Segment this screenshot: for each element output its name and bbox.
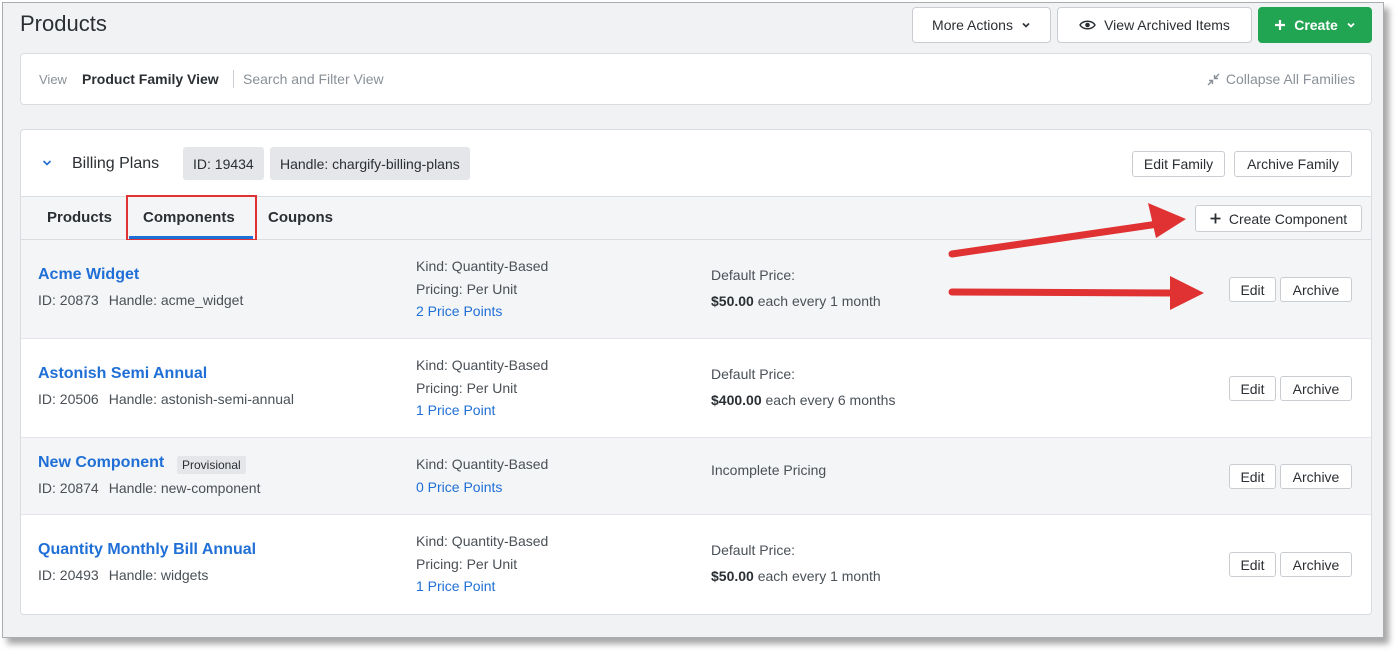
price-interval: each every 6 months	[761, 392, 896, 408]
archive-component-button[interactable]: Archive	[1280, 277, 1352, 302]
view-archived-button[interactable]: View Archived Items	[1057, 7, 1252, 43]
edit-component-button[interactable]: Edit	[1229, 552, 1276, 577]
more-actions-label: More Actions	[932, 17, 1013, 33]
eye-icon	[1079, 20, 1096, 30]
archive-component-button[interactable]: Archive	[1280, 552, 1352, 577]
price-interval: each every 1 month	[753, 293, 881, 309]
create-button[interactable]: Create	[1258, 7, 1372, 43]
search-filter-view-link[interactable]: Search and Filter View	[243, 71, 384, 87]
component-handle: Handle: new-component	[108, 480, 261, 496]
component-id: ID: 20873	[38, 292, 99, 308]
plus-icon	[1275, 20, 1286, 30]
component-id: ID: 20493	[38, 567, 99, 583]
view-archived-label: View Archived Items	[1104, 17, 1230, 33]
component-id-handle: ID: 20493 Handle: widgets	[38, 567, 208, 583]
table-row: Acme Widget ID: 20873 Handle: acme_widget…	[21, 240, 1371, 339]
component-name-link[interactable]: Acme Widget	[38, 266, 139, 284]
create-label: Create	[1294, 17, 1338, 33]
price-points-link[interactable]: 1 Price Point	[416, 402, 495, 418]
view-label: View	[39, 72, 67, 87]
view-divider	[233, 70, 234, 88]
collapse-all-label: Collapse All Families	[1225, 71, 1355, 87]
archive-component-button[interactable]: Archive	[1280, 464, 1352, 489]
price-amount: $400.00	[711, 392, 762, 408]
page-title: Products	[20, 11, 107, 36]
component-id: ID: 20874	[38, 480, 99, 496]
default-price-label: Default Price:	[711, 366, 796, 382]
chevron-down-icon	[1347, 22, 1355, 28]
annotation-highlight-box	[126, 195, 257, 241]
component-id-handle: ID: 20874 Handle: new-component	[38, 480, 260, 496]
archive-component-button[interactable]: Archive	[1280, 376, 1352, 401]
product-family-view-link[interactable]: Product Family View	[82, 71, 219, 87]
view-switcher-bar: View Product Family View Search and Filt…	[20, 53, 1372, 105]
component-pricing: Pricing: Per Unit	[416, 281, 518, 297]
component-name-link[interactable]: Quantity Monthly Bill Annual	[38, 541, 256, 559]
component-id: ID: 20506	[38, 391, 99, 407]
collapse-all-families-link[interactable]: Collapse All Families	[1207, 71, 1355, 87]
family-tabs: Products Components Coupons Create Compo…	[21, 195, 1371, 241]
default-price-label: Default Price:	[711, 542, 796, 558]
default-price-value: $50.00 each every 1 month	[711, 568, 881, 584]
create-component-label: Create Component	[1228, 210, 1348, 227]
price-amount: $50.00	[711, 293, 754, 309]
more-actions-button[interactable]: More Actions	[912, 7, 1051, 43]
price-amount: $50.00	[711, 568, 754, 584]
component-id-handle: ID: 20506 Handle: astonish-semi-annual	[38, 391, 294, 407]
component-pricing: Pricing: Per Unit	[416, 556, 518, 572]
edit-component-button[interactable]: Edit	[1229, 376, 1276, 401]
app-window: Products More Actions View Archived Item…	[2, 2, 1384, 638]
tab-products[interactable]: Products	[47, 209, 112, 226]
default-price-value: $400.00 each every 6 months	[711, 392, 895, 408]
family-name: Billing Plans	[72, 155, 160, 172]
component-kind: Kind: Quantity-Based	[416, 258, 549, 274]
default-price-value: $50.00 each every 1 month	[711, 293, 881, 309]
family-handle-chip: Handle: chargify-billing-plans	[270, 147, 470, 180]
plus-icon	[1210, 213, 1221, 224]
product-family-card: Billing Plans ID: 19434 Handle: chargify…	[20, 129, 1372, 615]
edit-component-button[interactable]: Edit	[1229, 464, 1276, 489]
component-name-link[interactable]: Astonish Semi Annual	[38, 365, 207, 383]
create-component-button[interactable]: Create Component	[1195, 205, 1362, 232]
component-pricing: Pricing: Per Unit	[416, 380, 518, 396]
edit-family-button[interactable]: Edit Family	[1132, 151, 1225, 177]
tab-coupons[interactable]: Coupons	[268, 209, 333, 226]
incomplete-pricing-label: Incomplete Pricing	[711, 462, 827, 478]
table-row: New Component Provisional ID: 20874 Handl…	[21, 438, 1371, 515]
price-interval: each every 1 month	[753, 568, 881, 584]
component-id-handle: ID: 20873 Handle: acme_widget	[38, 292, 243, 308]
component-handle: Handle: acme_widget	[108, 292, 244, 308]
component-handle: Handle: widgets	[108, 567, 209, 583]
component-kind: Kind: Quantity-Based	[416, 357, 549, 373]
collapse-icon	[1207, 73, 1220, 85]
price-points-link[interactable]: 1 Price Point	[416, 578, 495, 594]
provisional-badge: Provisional	[177, 456, 246, 474]
table-row: Astonish Semi Annual ID: 20506 Handle: as…	[21, 339, 1371, 438]
price-points-link[interactable]: 0 Price Points	[416, 479, 502, 495]
table-row: Quantity Monthly Bill Annual ID: 20493 Ha…	[21, 515, 1371, 614]
chevron-down-icon[interactable]	[41, 157, 53, 169]
component-name-link[interactable]: New Component	[38, 454, 164, 472]
component-kind: Kind: Quantity-Based	[416, 456, 549, 472]
chevron-down-icon	[1022, 22, 1030, 28]
edit-component-button[interactable]: Edit	[1229, 277, 1276, 302]
archive-family-button[interactable]: Archive Family	[1234, 151, 1352, 177]
component-handle: Handle: astonish-semi-annual	[108, 391, 294, 407]
family-id-chip: ID: 19434	[183, 147, 264, 180]
default-price-label: Default Price:	[711, 267, 796, 283]
price-points-link[interactable]: 2 Price Points	[416, 303, 502, 319]
component-kind: Kind: Quantity-Based	[416, 533, 549, 549]
